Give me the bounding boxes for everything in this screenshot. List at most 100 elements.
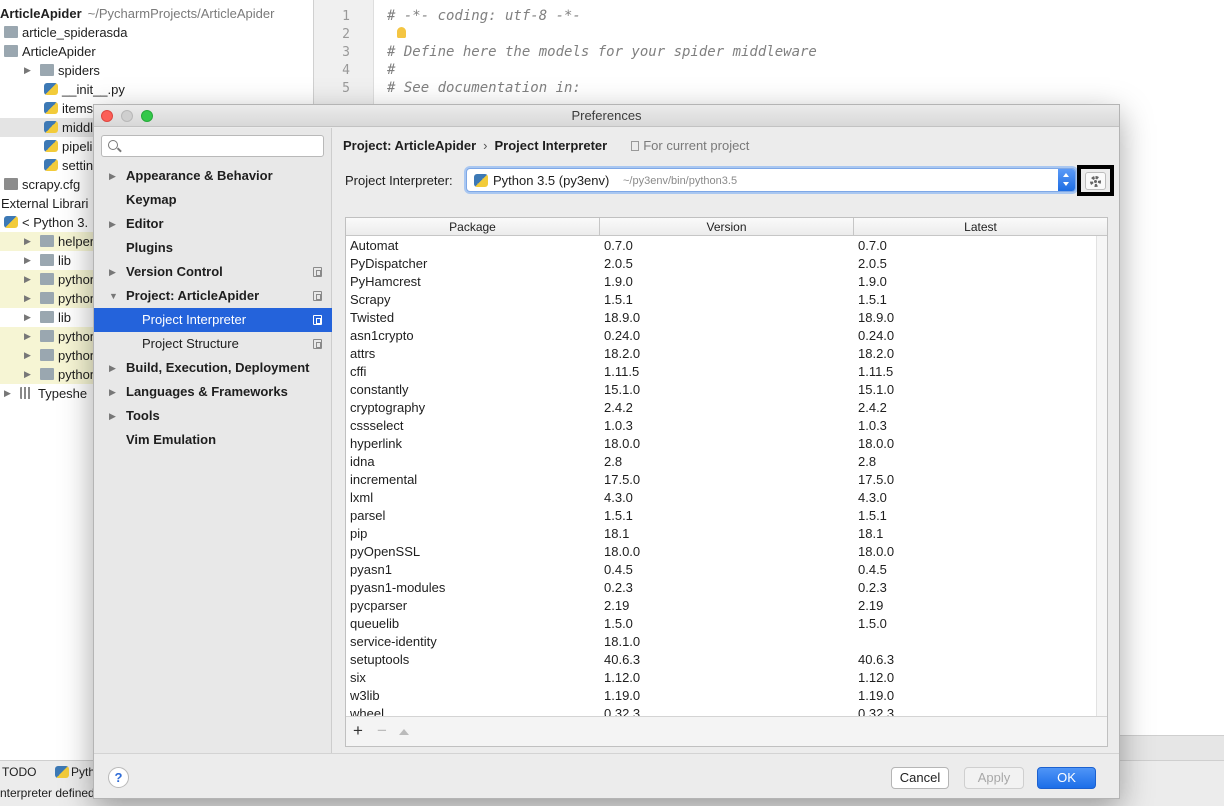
chevron-right-icon[interactable]: ▶ <box>109 404 116 428</box>
settings-search[interactable] <box>101 135 324 157</box>
nav-item[interactable]: Keymap <box>94 188 332 212</box>
nav-item[interactable]: ▶ Appearance & Behavior <box>94 164 332 188</box>
table-row[interactable]: Automat 0.7.0 0.7.0 <box>346 237 1107 255</box>
table-row[interactable]: Twisted 18.9.0 18.9.0 <box>346 309 1107 327</box>
table-row[interactable]: pyasn1-modules 0.2.3 0.2.3 <box>346 579 1107 597</box>
expand-arrow-icon[interactable]: ▶ <box>24 289 34 308</box>
close-window-button[interactable] <box>101 110 113 122</box>
table-row[interactable]: Scrapy 1.5.1 1.5.1 <box>346 291 1107 309</box>
chevron-right-icon[interactable]: ▶ <box>109 380 116 404</box>
expand-arrow-icon[interactable]: ▶ <box>24 251 34 270</box>
table-row[interactable]: pip 18.1 18.1 <box>346 525 1107 543</box>
table-row[interactable]: cffi 1.11.5 1.11.5 <box>346 363 1107 381</box>
latest-cell: 18.2.0 <box>858 346 895 361</box>
table-row[interactable]: asn1crypto 0.24.0 0.24.0 <box>346 327 1107 345</box>
table-row[interactable]: queuelib 1.5.0 1.5.0 <box>346 615 1107 633</box>
settings-search-input[interactable] <box>124 138 320 154</box>
version-cell: 40.6.3 <box>604 652 641 667</box>
table-row[interactable]: PyHamcrest 1.9.0 1.9.0 <box>346 273 1107 291</box>
tree-item[interactable]: __init__.py <box>0 80 314 99</box>
package-cell: attrs <box>350 346 376 361</box>
zoom-window-button[interactable] <box>141 110 153 122</box>
minimize-window-button[interactable] <box>121 110 133 122</box>
tree-item[interactable]: ▶ spiders <box>0 61 314 80</box>
upgrade-package-button[interactable] <box>399 729 409 735</box>
code-editor[interactable]: 1 2 3 4 5 # -*- coding: utf-8 -*- # Define he… <box>314 0 1224 104</box>
chevron-down-icon[interactable]: ▼ <box>109 284 118 308</box>
table-row[interactable]: PyDispatcher 2.0.5 2.0.5 <box>346 255 1107 273</box>
package-cell: setuptools <box>350 652 410 667</box>
table-row[interactable]: pyasn1 0.4.5 0.4.5 <box>346 561 1107 579</box>
version-cell: 4.3.0 <box>604 490 633 505</box>
column-header-version[interactable]: Version <box>600 218 854 236</box>
table-row[interactable]: six 1.12.0 1.12.0 <box>346 669 1107 687</box>
code-line[interactable]: # <box>387 62 395 78</box>
table-row[interactable]: lxml 4.3.0 4.3.0 <box>346 489 1107 507</box>
nav-item[interactable]: Project Structure <box>94 332 332 356</box>
expand-arrow-icon[interactable]: ▶ <box>24 308 34 327</box>
column-header-latest[interactable]: Latest <box>854 218 1107 236</box>
table-row[interactable]: parsel 1.5.1 1.5.1 <box>346 507 1107 525</box>
table-row[interactable]: cssselect 1.0.3 1.0.3 <box>346 417 1107 435</box>
nav-item[interactable]: ▼ Project: ArticleApider <box>94 284 332 308</box>
table-row[interactable]: wheel 0.32.3 0.32.3 <box>346 705 1107 716</box>
apply-button[interactable]: Apply <box>964 767 1024 789</box>
ok-button[interactable]: OK <box>1037 767 1096 789</box>
nav-item[interactable]: Plugins <box>94 236 332 260</box>
table-row[interactable]: attrs 18.2.0 18.2.0 <box>346 345 1107 363</box>
chevron-right-icon[interactable]: ▶ <box>109 356 116 380</box>
table-row[interactable]: pycparser 2.19 2.19 <box>346 597 1107 615</box>
cancel-button[interactable]: Cancel <box>891 767 949 789</box>
remove-package-button[interactable]: − <box>373 720 391 742</box>
expand-arrow-icon[interactable]: ▶ <box>24 346 34 365</box>
expand-arrow-icon[interactable]: ▶ <box>24 232 34 251</box>
table-row[interactable]: setuptools 40.6.3 40.6.3 <box>346 651 1107 669</box>
nav-item[interactable]: ▶ Languages & Frameworks <box>94 380 332 404</box>
table-row[interactable]: service-identity 18.1.0 <box>346 633 1107 651</box>
nav-item[interactable]: ▶ Tools <box>94 404 332 428</box>
chevron-right-icon[interactable]: ▶ <box>109 164 116 188</box>
code-line[interactable]: # See documentation in: <box>387 80 581 96</box>
tree-item[interactable]: article_spiderasda <box>0 23 314 42</box>
code-line[interactable]: # Define here the models for your spider… <box>387 44 817 60</box>
help-button[interactable]: ? <box>108 767 129 788</box>
table-row[interactable]: constantly 15.1.0 15.1.0 <box>346 381 1107 399</box>
nav-item[interactable]: ▶ Version Control <box>94 260 332 284</box>
nav-item[interactable]: ▶ Editor <box>94 212 332 236</box>
expand-arrow-icon[interactable]: ▶ <box>24 365 34 384</box>
dialog-titlebar[interactable]: Preferences <box>94 105 1119 127</box>
code-line[interactable]: # -*- coding: utf-8 -*- <box>387 8 581 24</box>
interpreter-settings-button[interactable] <box>1085 172 1106 190</box>
add-package-button[interactable]: + <box>349 720 367 742</box>
table-row[interactable]: pyOpenSSL 18.0.0 18.0.0 <box>346 543 1107 561</box>
expand-arrow-icon[interactable]: ▶ <box>4 384 14 403</box>
version-cell: 18.1 <box>604 526 630 541</box>
latest-cell: 2.8 <box>858 454 877 469</box>
column-header-package[interactable]: Package <box>346 218 600 236</box>
table-row[interactable]: w3lib 1.19.0 1.19.0 <box>346 687 1107 705</box>
nav-item[interactable]: Vim Emulation <box>94 428 332 452</box>
table-row[interactable]: cryptography 2.4.2 2.4.2 <box>346 399 1107 417</box>
interpreter-dropdown[interactable]: Python 3.5 (py3env) ~/py3env/bin/python3… <box>466 168 1076 192</box>
table-scrollbar[interactable] <box>1096 236 1107 716</box>
expand-arrow-icon[interactable]: ▶ <box>24 270 34 289</box>
table-row[interactable]: incremental 17.5.0 17.5.0 <box>346 471 1107 489</box>
lightbulb-icon[interactable] <box>397 27 406 38</box>
table-row[interactable]: hyperlink 18.0.0 18.0.0 <box>346 435 1107 453</box>
table-row[interactable]: idna 2.8 2.8 <box>346 453 1107 471</box>
tree-item[interactable]: ArticleApider <box>0 42 314 61</box>
python-console-tab[interactable]: Pyth <box>71 765 95 779</box>
line-number: 5 <box>342 81 350 96</box>
chevron-right-icon[interactable]: ▶ <box>109 260 116 284</box>
todo-tab[interactable]: TODO <box>2 765 36 779</box>
nav-item[interactable]: Project Interpreter <box>94 308 332 332</box>
nav-item[interactable]: ▶ Build, Execution, Deployment <box>94 356 332 380</box>
dropdown-arrows-icon[interactable] <box>1058 169 1075 191</box>
table-body: Automat 0.7.0 0.7.0 PyDispatcher 2.0.5 2.0.5 P… <box>346 236 1107 716</box>
breadcrumb-parent[interactable]: Project: ArticleApider <box>343 138 476 153</box>
version-cell: 1.19.0 <box>604 688 641 703</box>
expand-arrow-icon[interactable]: ▶ <box>24 327 34 346</box>
expand-arrow-icon[interactable]: ▶ <box>24 61 34 80</box>
chevron-right-icon[interactable]: ▶ <box>109 212 116 236</box>
project-root-row[interactable]: ArticleApider ~/PycharmProjects/ArticleAp… <box>0 4 314 23</box>
